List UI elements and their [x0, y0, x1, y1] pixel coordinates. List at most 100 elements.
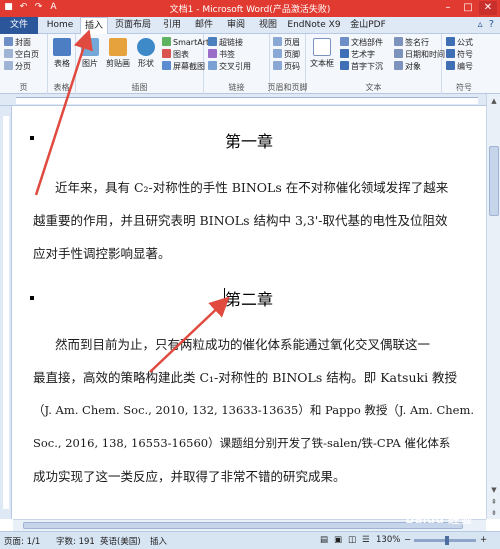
watermark-logo: Baidu 经验	[405, 512, 472, 526]
group-tables: 表格 表格	[48, 34, 76, 94]
heading-chapter-2[interactable]: 第二章	[225, 286, 273, 310]
previous-page-icon[interactable]: ⇞	[489, 497, 499, 507]
cover-page-button[interactable]: 封面	[4, 37, 31, 48]
close-icon[interactable]: ✕	[479, 1, 497, 15]
paragraph-2-line-3: （J. Am. Chem. Soc., 2010, 132, 13633-136…	[33, 403, 475, 417]
page-count[interactable]: 页面: 1/1	[4, 535, 40, 547]
screenshot-button[interactable]: 屏幕截图	[162, 61, 205, 72]
ribbon-tab-row: 文件 Home 插入 页面布局 引用 邮件 审阅 视图 EndNote X9 金…	[0, 17, 500, 35]
view-print-layout-icon[interactable]: ▤	[320, 535, 328, 545]
tab-references[interactable]: 引用	[158, 17, 186, 34]
insert-mode[interactable]: 插入	[150, 535, 167, 547]
blank-page-icon	[4, 49, 13, 58]
zoom-in-icon[interactable]: +	[480, 535, 487, 545]
bookmark-icon	[208, 49, 217, 58]
document-page[interactable]: 第一章 近年来，具有 C₂-对称性的手性 BINOLs 在不对称催化领域发挥了越…	[13, 106, 485, 519]
symbol-button[interactable]: 符号	[446, 49, 473, 60]
paragraph-2-line-1: 然而到目前为止，只有两粒成功的催化体系能通过氧化交叉偶联这一	[55, 337, 431, 352]
horizontal-ruler[interactable]	[0, 94, 500, 106]
tab-file[interactable]: 文件	[0, 17, 38, 34]
minimize-icon[interactable]: –	[439, 1, 457, 15]
wordart-button[interactable]: 艺术字	[340, 49, 375, 60]
tab-endnote[interactable]: EndNote X9	[286, 17, 342, 34]
tab-kingsoft-pdf[interactable]: 金山PDF	[346, 17, 390, 34]
page-number-icon	[273, 61, 282, 70]
tab-insert[interactable]: 插入	[80, 17, 108, 35]
tab-review[interactable]: 审阅	[222, 17, 250, 34]
tab-mailings[interactable]: 邮件	[190, 17, 218, 34]
smartart-button[interactable]: SmartArt	[162, 37, 209, 48]
wordart-icon	[340, 49, 349, 58]
group-text: 文本框 文档部件 艺术字 首字下沉 签名行 日期和时间 对象 文本	[306, 34, 445, 94]
group-pages: 封面 空白页 分页 页	[0, 34, 48, 94]
signature-line-button[interactable]: 签名行	[394, 37, 429, 48]
ribbon-controls: ▵ ?	[478, 19, 494, 30]
paragraph-2-line-5: 成功实现了这一类反应，并取得了非常不错的研究成果。	[33, 469, 346, 484]
clip-art-button[interactable]: 剪贴画	[104, 38, 132, 69]
scroll-up-icon[interactable]: ▲	[489, 96, 499, 106]
date-time-icon	[394, 49, 403, 58]
horizontal-scrollbar-thumb[interactable]	[23, 522, 463, 529]
vertical-ruler-scale	[3, 116, 9, 509]
heading-chapter-1[interactable]: 第一章	[225, 128, 273, 152]
group-label-symbols: 符号	[456, 83, 472, 92]
shapes-icon	[137, 38, 155, 56]
vertical-ruler[interactable]	[0, 106, 12, 519]
picture-button[interactable]: 图片	[78, 38, 102, 69]
footer-button[interactable]: 页脚	[273, 49, 300, 60]
object-button[interactable]: 对象	[394, 61, 421, 72]
paragraph-2[interactable]: 然而到目前为止，只有两粒成功的催化体系能通过氧化交叉偶联这一 最直接，高效的策略…	[33, 328, 483, 493]
language-indicator[interactable]: 英语(美国)	[100, 535, 141, 547]
quick-parts-button[interactable]: 文档部件	[340, 37, 383, 48]
text-box-button[interactable]: 文本框	[308, 38, 336, 69]
window-controls: – □ ✕	[439, 1, 497, 15]
zoom-slider[interactable]	[414, 536, 476, 545]
header-button[interactable]: 页眉	[273, 37, 300, 48]
header-icon	[273, 37, 282, 46]
numbering-icon	[446, 61, 455, 70]
page-break-icon	[4, 61, 13, 70]
tab-view[interactable]: 视图	[254, 17, 282, 34]
equation-button[interactable]: 公式	[446, 37, 473, 48]
blank-page-button[interactable]: 空白页	[4, 49, 39, 60]
zoom-out-icon[interactable]: −	[404, 535, 411, 545]
group-label-pages: 页	[19, 83, 28, 92]
status-bar: 页面: 1/1 字数: 191 英语(美国) 插入 ▤ ▣ ◫ ☰ 130% −…	[0, 531, 500, 549]
paragraph-1-line-2: 越重要的作用，并且研究表明 BINOLs 结构中 3,3'-取代基的电性及位阻效	[33, 213, 448, 228]
scrollbar-thumb[interactable]	[489, 146, 499, 216]
zoom-slider-knob[interactable]	[445, 536, 450, 545]
page-number-button[interactable]: 页码	[273, 61, 300, 72]
table-button[interactable]: 表格	[50, 38, 74, 69]
cross-reference-button[interactable]: 交叉引用	[208, 61, 251, 72]
help-icon[interactable]: ?	[489, 19, 494, 30]
view-full-screen-icon[interactable]: ▣	[334, 535, 342, 545]
numbering-button[interactable]: 编号	[446, 61, 473, 72]
picture-icon	[81, 38, 99, 56]
tab-page-layout[interactable]: 页面布局	[112, 17, 154, 34]
hyperlink-button[interactable]: 超链接	[208, 37, 243, 48]
scroll-down-icon[interactable]: ▼	[489, 485, 499, 495]
chart-button[interactable]: 图表	[162, 49, 189, 60]
word-count[interactable]: 字数: 191	[56, 535, 95, 547]
restore-icon[interactable]: □	[459, 1, 477, 15]
zoom-level[interactable]: 130%	[376, 535, 400, 545]
paragraph-1[interactable]: 近年来，具有 C₂-对称性的手性 BINOLs 在不对称催化领域发挥了越来 越重…	[33, 171, 483, 270]
collapse-ribbon-icon[interactable]: ▵	[478, 19, 483, 30]
group-label-text: 文本	[365, 83, 382, 92]
bookmark-button[interactable]: 书签	[208, 49, 235, 60]
vertical-scrollbar[interactable]: ▲ ▼ ⇞ ⇟	[486, 94, 500, 519]
group-label-tables: 表格	[53, 83, 70, 92]
shapes-button[interactable]: 形状	[134, 38, 158, 69]
cover-page-icon	[4, 37, 13, 46]
heading-bullet-2	[30, 296, 34, 300]
title-bar: ■ ↶ ↷ A 文档1 - Microsoft Word(产品激活失败) – □…	[0, 0, 500, 17]
symbol-icon	[446, 49, 455, 58]
next-page-icon[interactable]: ⇟	[489, 508, 499, 518]
tab-home[interactable]: Home	[42, 17, 78, 34]
view-web-layout-icon[interactable]: ◫	[348, 535, 356, 545]
date-time-button[interactable]: 日期和时间	[394, 49, 445, 60]
drop-cap-icon	[340, 61, 349, 70]
drop-cap-button[interactable]: 首字下沉	[340, 61, 383, 72]
view-outline-icon[interactable]: ☰	[362, 535, 370, 545]
page-break-button[interactable]: 分页	[4, 61, 31, 72]
